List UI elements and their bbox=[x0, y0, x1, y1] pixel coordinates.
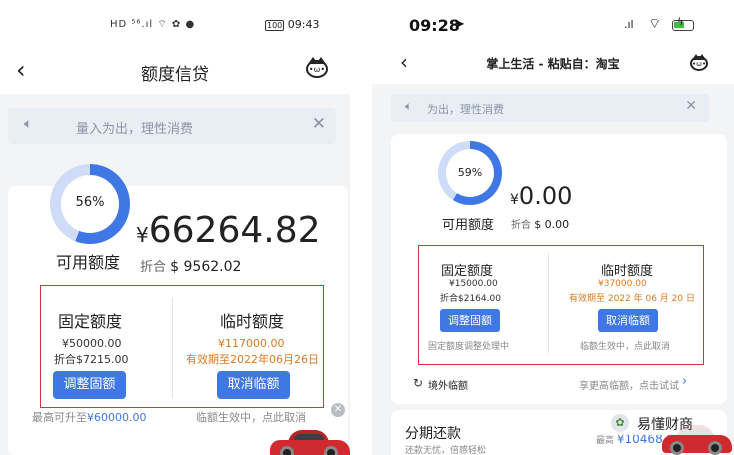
amount-value: 0.00 bbox=[518, 182, 573, 210]
speaker-icon: 🔈︎ bbox=[24, 116, 33, 132]
comparison-screenshot: HD ⁵⁶.ıl ⌔ ✿ ● 100 09:43 ‹ 额度信贷 •ω• 🔈︎ 量… bbox=[0, 0, 734, 455]
max-upgrade-text: 最高可升至¥60000.00 bbox=[32, 409, 147, 425]
page-title: 掌上生活 - 粘贴自：淘宝 bbox=[486, 57, 620, 71]
max-prefix: 最高可升至 bbox=[32, 411, 87, 424]
amount-value: 66264.82 bbox=[148, 210, 321, 251]
status-bar: 09:28 ➤ .ıl ⌔ ϟ bbox=[372, 0, 734, 44]
installment-title: 分期还款 bbox=[405, 426, 461, 442]
status-icons: HD ⁵⁶.ıl ⌔ ✿ ● bbox=[110, 19, 196, 30]
available-label: 可用额度 bbox=[442, 218, 495, 233]
car-ad-image[interactable] bbox=[270, 426, 350, 455]
available-label: 可用额度 bbox=[56, 253, 121, 272]
overseas-limit-label[interactable]: 境外临额 bbox=[428, 377, 468, 392]
page-title: 额度信贷 bbox=[141, 65, 209, 85]
status-time: 09:28 bbox=[409, 16, 460, 35]
notice-text: 为出，理性消费 bbox=[427, 103, 504, 116]
battery-icon: ϟ bbox=[672, 17, 694, 31]
left-phone-screen: HD ⁵⁶.ıl ⌔ ✿ ● 100 09:43 ‹ 额度信贷 •ω• 🔈︎ 量… bbox=[0, 0, 350, 455]
available-amount: ¥0.00 bbox=[510, 182, 572, 210]
temp-limit-note[interactable]: 临额生效中，点此取消 bbox=[196, 409, 306, 425]
converted-amount: 折合 $ 0.00 bbox=[511, 216, 569, 231]
conv-prefix: 折合 bbox=[511, 220, 531, 231]
highlight-box bbox=[40, 285, 324, 408]
refresh-icon: ↻ bbox=[413, 376, 424, 390]
currency-symbol: ¥ bbox=[136, 223, 149, 247]
installment-subtitle: 还款无忧，倍感轻松 bbox=[405, 446, 487, 455]
notice-text: 量入为出，理性消费 bbox=[76, 122, 194, 137]
usage-ring: 59% bbox=[438, 141, 502, 205]
available-amount: ¥66264.82 bbox=[136, 210, 321, 251]
close-circle-icon[interactable]: ✕ bbox=[331, 403, 345, 417]
notice-banner: 🔈︎ 量入为出，理性消费 ✕ bbox=[8, 108, 336, 144]
nav-bar: ‹ 额度信贷 •ω• bbox=[0, 52, 350, 94]
overseas-limit-hint[interactable]: 享更高临额，点击试试 bbox=[579, 377, 679, 392]
converted-amount: 折合 $ 9562.02 bbox=[140, 256, 241, 275]
usage-ring: 56% bbox=[50, 164, 130, 244]
usage-percent: 59% bbox=[457, 166, 483, 179]
watermark-text: 易懂财商 bbox=[637, 417, 693, 433]
close-icon[interactable]: ✕ bbox=[312, 114, 326, 134]
speaker-icon: 🔈︎ bbox=[405, 99, 413, 113]
max-value: ¥60000.00 bbox=[87, 411, 147, 424]
cat-service-icon[interactable]: •ω• bbox=[306, 57, 328, 78]
highlight-box bbox=[418, 245, 704, 365]
watermark: ✿ 易懂财商 bbox=[611, 411, 715, 435]
status-bar: HD ⁵⁶.ıl ⌔ ✿ ● 100 09:43 bbox=[0, 0, 350, 52]
wechat-logo-icon: ✿ bbox=[611, 414, 629, 432]
wifi-icon: ⌔ bbox=[648, 16, 662, 32]
chevron-right-icon[interactable]: › bbox=[682, 374, 687, 389]
inst-max-prefix: 最高 bbox=[596, 436, 615, 446]
cat-service-icon[interactable]: •ω• bbox=[690, 54, 708, 71]
conv-value: $ 0.00 bbox=[534, 218, 570, 231]
notice-banner: 🔈︎ 为出，理性消费 ✕ bbox=[391, 94, 709, 122]
status-right: 100 09:43 bbox=[265, 18, 319, 31]
location-icon: ➤ bbox=[454, 17, 465, 32]
battery-level: 100 bbox=[265, 20, 285, 31]
usage-percent: 56% bbox=[75, 195, 105, 210]
nav-bar: ‹ 掌上生活 - 粘贴自：淘宝 •ω• bbox=[372, 44, 734, 84]
conv-value: $ 9562.02 bbox=[170, 259, 242, 275]
right-phone-screen: 09:28 ➤ .ıl ⌔ ϟ ‹ 掌上生活 - 粘贴自：淘宝 •ω• 🔈︎ 为… bbox=[372, 0, 734, 455]
conv-prefix: 折合 bbox=[140, 260, 167, 275]
currency-symbol: ¥ bbox=[510, 192, 519, 208]
close-icon[interactable]: ✕ bbox=[685, 98, 697, 114]
status-time: 09:43 bbox=[287, 18, 320, 31]
signal-icon: .ıl bbox=[624, 18, 634, 31]
